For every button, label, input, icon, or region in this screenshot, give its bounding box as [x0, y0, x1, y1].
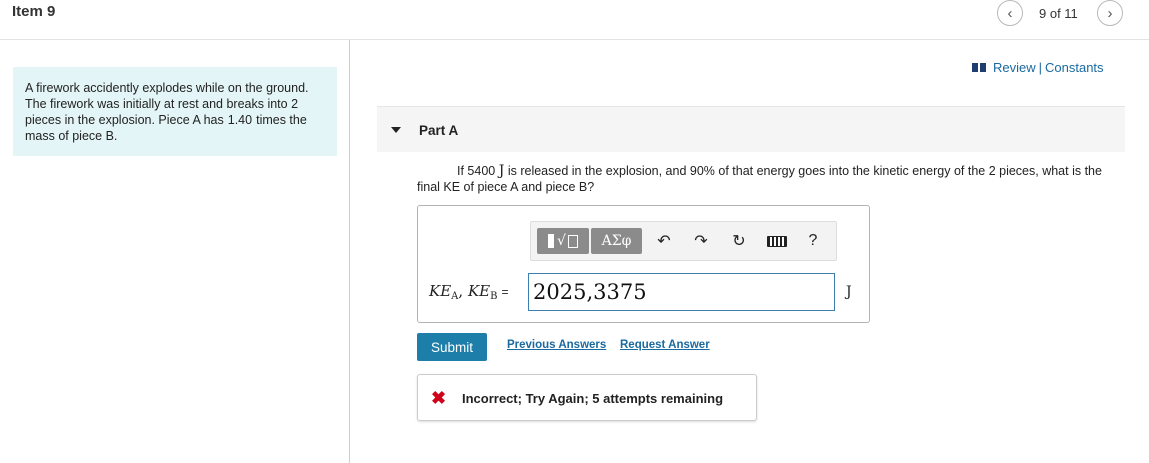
question-after: is released in the explosion, and 90% of… [417, 164, 1102, 194]
page-count: 9 of 11 [1039, 6, 1078, 21]
panel-divider [349, 40, 350, 463]
request-answer-link[interactable]: Request Answer [620, 339, 710, 351]
previous-answers-link[interactable]: Previous Answers [507, 339, 606, 351]
answer-box: √ ΑΣφ ↶ ↷ ↻ ? KEA, KEB = 2025,3375 J [417, 205, 870, 323]
question-before: If 5400 [457, 164, 496, 178]
review-constants: Review | Constants [972, 60, 1104, 75]
keyboard-button[interactable] [767, 231, 787, 251]
book-icon [972, 63, 986, 72]
question-text: If 5400 J is released in the explosion, … [417, 163, 1117, 195]
feedback-box: ✖ Incorrect; Try Again; 5 attempts remai… [417, 374, 757, 421]
templates-button[interactable]: √ [537, 228, 589, 254]
mass-ratio: 1.40 [227, 113, 253, 127]
link-separator: | [1038, 60, 1043, 75]
math-toolbar: √ ΑΣφ ↶ ↷ ↻ ? [530, 221, 837, 261]
submit-button[interactable]: Submit [417, 333, 487, 361]
help-button[interactable]: ? [803, 231, 823, 251]
radical-icon: √ [557, 233, 566, 249]
redo-icon[interactable]: ↷ [691, 231, 711, 251]
x-icon: ✖ [431, 388, 447, 408]
sub-b: B [490, 291, 498, 302]
var-ke-a: KE [429, 282, 452, 300]
answer-input[interactable]: 2025,3375 [528, 273, 835, 311]
chevron-right-icon: › [1107, 4, 1113, 22]
undo-icon[interactable]: ↶ [654, 231, 674, 251]
answer-variable-label: KEA, KEB = [429, 282, 508, 302]
previous-item-button[interactable]: ‹ [997, 0, 1023, 26]
item-title: Item 9 [12, 3, 56, 20]
top-bar: Item 9 ‹ 9 of 11 › [0, 0, 1149, 40]
template-block-icon [548, 234, 555, 248]
part-label: Part A [419, 123, 459, 138]
reset-icon[interactable]: ↻ [729, 231, 749, 251]
question-unit: J [498, 163, 505, 179]
next-item-button[interactable]: › [1097, 0, 1123, 26]
answer-unit: J [846, 284, 852, 300]
greek-symbols-button[interactable]: ΑΣφ [591, 228, 642, 254]
problem-statement: A firework accidently explodes while on … [13, 67, 337, 156]
part-a-header[interactable]: Part A [377, 106, 1125, 152]
equals-sign: = [501, 285, 509, 299]
var-ke-b: KE [467, 282, 491, 300]
caret-down-icon[interactable] [391, 127, 401, 133]
keyboard-icon [767, 235, 787, 247]
template-square-icon [567, 234, 578, 248]
chevron-left-icon: ‹ [1007, 4, 1013, 22]
constants-link[interactable]: Constants [1045, 60, 1104, 75]
comma: , [458, 282, 464, 300]
feedback-message: Incorrect; Try Again; 5 attempts remaini… [462, 391, 724, 406]
review-link[interactable]: Review [993, 60, 1036, 75]
